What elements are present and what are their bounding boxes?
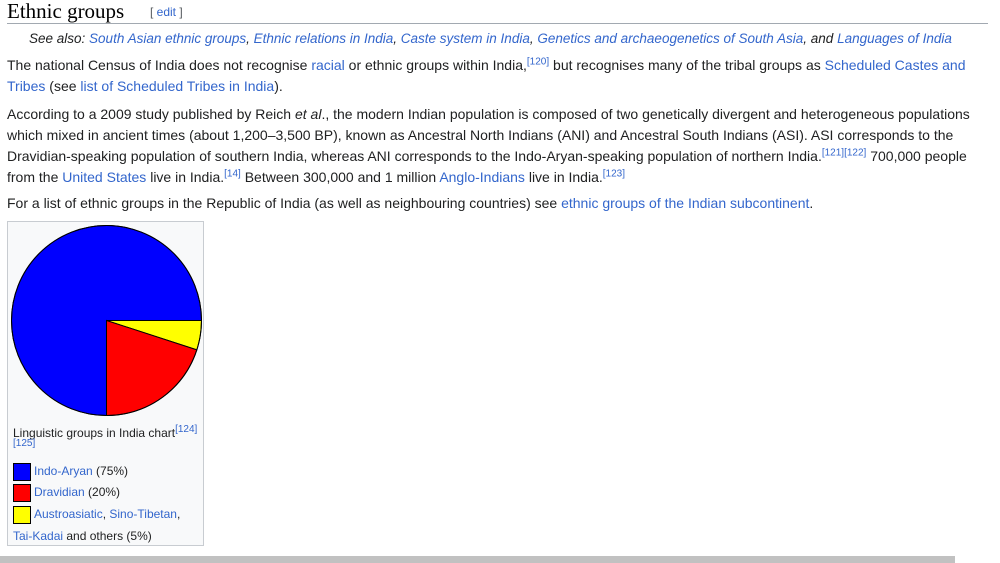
link-ethnic-groups-subcontinent[interactable]: ethnic groups of the Indian subcontinent [561,195,809,211]
figure-caption: Linguistic groups in India chart[124][12… [13,424,198,449]
paragraph-reich-study: According to a 2009 study published by R… [7,106,970,185]
legend-item-indo-aryan: Indo-Aryan (75%) [13,463,199,481]
link-south-asian-ethnic-groups[interactable]: South Asian ethnic groups [89,31,246,46]
link-anglo-indians[interactable]: Anglo-Indians [439,169,525,185]
paragraph-census: The national Census of India does not re… [7,56,966,94]
link-racial[interactable]: racial [311,57,344,73]
link-caste-system-in-india[interactable]: Caste system in India [401,31,530,46]
legend-swatch-blue [13,463,31,481]
section-title: Ethnic groups [7,0,125,23]
legend-line2: Tai-Kadai and others (5%) [13,529,152,543]
horizontal-scrollbar[interactable] [0,556,955,563]
pie-chart-figure: Linguistic groups in India chart[124][12… [7,221,204,546]
ref-14[interactable]: [14] [224,168,241,179]
paragraph-ethnic-list: For a list of ethnic groups in the Repub… [7,195,814,211]
link-tai-kadai[interactable]: Tai-Kadai [13,529,63,543]
ref-120[interactable]: [120] [527,56,549,67]
et-al: et al [294,106,322,122]
legend-swatch-yellow [13,506,31,524]
ref-123[interactable]: [123] [603,168,625,179]
edit-section: [ edit ] [150,5,183,19]
link-sino-tibetan[interactable]: Sino-Tibetan [109,507,177,521]
link-united-states[interactable]: United States [62,169,146,185]
link-austroasiatic[interactable]: Austroasiatic [34,507,103,521]
section-heading: Ethnic groups [ edit ] [7,0,988,24]
legend-item-others: Austroasiatic, Sino-Tibetan, Tai-Kadai an… [13,506,199,543]
link-languages-of-india[interactable]: Languages of India [837,31,952,46]
ref-124[interactable]: [124] [175,424,197,435]
link-genetics-archaeogenetics[interactable]: Genetics and archaeogenetics of South As… [537,31,803,46]
link-ethnic-relations-in-india[interactable]: Ethnic relations in India [254,31,394,46]
edit-link[interactable]: edit [157,5,176,19]
link-indo-aryan[interactable]: Indo-Aryan [34,464,93,478]
ref-122[interactable]: [122] [844,147,866,158]
ref-121[interactable]: [121] [822,147,844,158]
see-also-hatnote: See also: South Asian ethnic groups, Eth… [29,31,952,46]
link-dravidian[interactable]: Dravidian [34,485,85,499]
link-list-scheduled-tribes[interactable]: list of Scheduled Tribes in India [80,78,274,94]
pie-chart [11,225,203,417]
ref-125[interactable]: [125] [13,438,35,449]
legend-item-dravidian: Dravidian (20%) [13,484,199,502]
legend-swatch-red [13,484,31,502]
